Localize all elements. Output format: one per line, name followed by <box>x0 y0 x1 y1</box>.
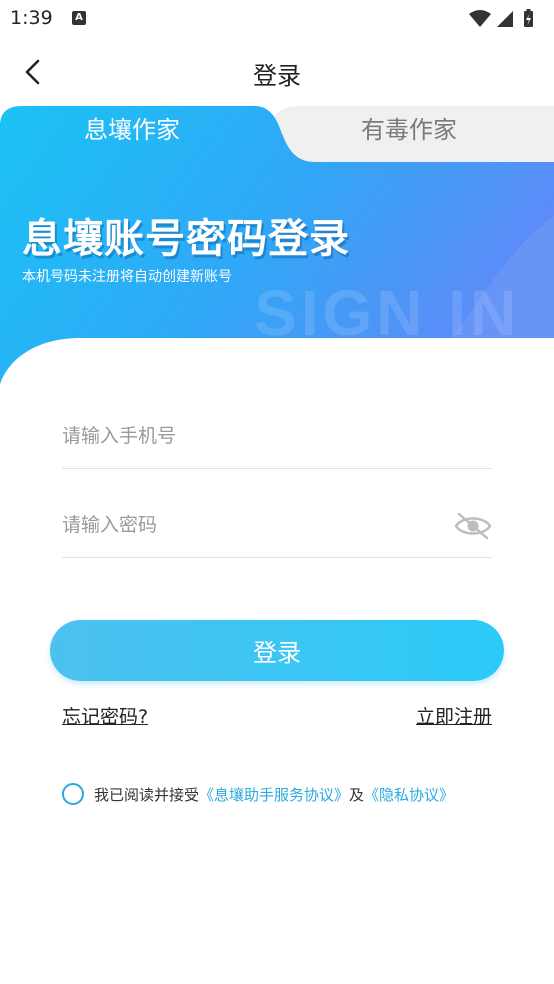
login-button[interactable]: 登录 <box>50 620 504 681</box>
agree-checkbox[interactable] <box>62 783 84 805</box>
privacy-agreement-link[interactable]: 《隐私协议》 <box>364 784 454 805</box>
agreement-row: 我已阅读并接受 《息壤助手服务协议》 及 《隐私协议》 <box>62 782 454 806</box>
banner-title: 息壤账号密码登录 <box>22 216 350 262</box>
agreement-conjunction: 及 <box>349 785 365 804</box>
password-field-row <box>62 497 492 558</box>
register-link[interactable]: 立即注册 <box>416 702 492 729</box>
password-input[interactable] <box>62 497 442 553</box>
eye-off-icon[interactable] <box>454 511 492 541</box>
agreement-prefix: 我已阅读并接受 <box>94 785 200 804</box>
status-bar: 1:39 A <box>0 0 554 38</box>
signal-icon <box>497 11 513 27</box>
tab-youdu-writer[interactable]: 有毒作家 <box>361 110 457 145</box>
nav-bar: 登录 <box>0 38 554 106</box>
notification-icon: A <box>72 11 86 25</box>
phone-input[interactable] <box>62 408 442 464</box>
battery-icon <box>524 9 533 27</box>
wifi-icon <box>469 10 491 27</box>
page-title: 登录 <box>253 62 301 90</box>
banner-subtitle: 本机号码未注册将自动创建新账号 <box>22 269 232 285</box>
status-time: 1:39 <box>10 7 53 29</box>
tab-xirang-writer[interactable]: 息壤作家 <box>84 110 180 145</box>
status-icons <box>468 8 542 34</box>
banner-watermark: SIGN IN <box>254 277 521 349</box>
forgot-password-link[interactable]: 忘记密码? <box>62 702 148 729</box>
service-agreement-link[interactable]: 《息壤助手服务协议》 <box>199 784 349 805</box>
phone-field-row <box>62 408 492 469</box>
